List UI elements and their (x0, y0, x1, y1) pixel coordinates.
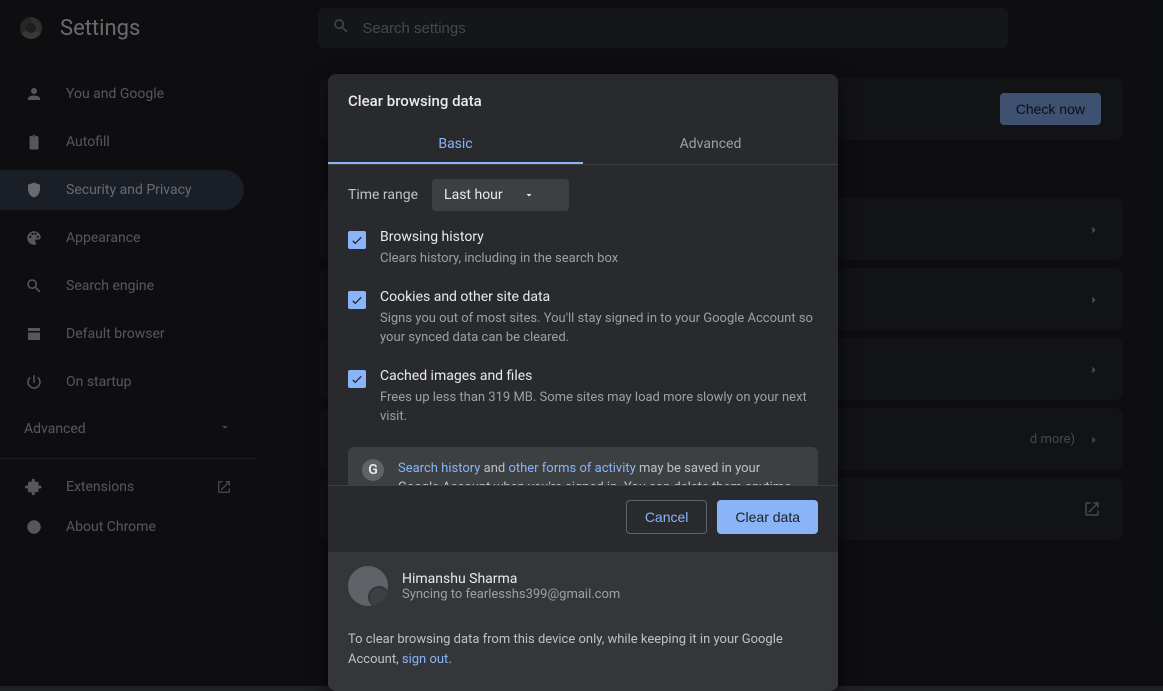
check-desc: Frees up less than 319 MB. Some sites ma… (380, 388, 818, 427)
checkbox[interactable] (348, 291, 366, 309)
checkbox-browsing-history: Browsing history Clears history, includi… (348, 229, 818, 269)
time-range-label: Time range (348, 187, 418, 203)
dialog-title: Clear browsing data (328, 74, 838, 124)
cancel-button[interactable]: Cancel (626, 500, 708, 534)
info-text: Search history and other forms of activi… (398, 459, 804, 486)
time-range-row: Time range Last hour (348, 179, 818, 211)
tab-basic[interactable]: Basic (328, 124, 583, 164)
check-title: Cookies and other site data (380, 289, 818, 305)
dialog-actions: Cancel Clear data (328, 485, 838, 552)
sign-out-link[interactable]: sign out (402, 652, 448, 667)
account-sync: Syncing to fearlesshs399@gmail.com (402, 587, 620, 602)
checkbox[interactable] (348, 231, 366, 249)
avatar (348, 566, 388, 606)
search-history-link[interactable]: Search history (398, 461, 480, 476)
check-title: Browsing history (380, 229, 618, 245)
other-forms-link[interactable]: other forms of activity (508, 461, 635, 476)
time-range-select[interactable]: Last hour (432, 179, 569, 211)
account-name: Himanshu Sharma (402, 571, 620, 587)
check-desc: Clears history, including in the search … (380, 249, 618, 269)
check-title: Cached images and files (380, 368, 818, 384)
tab-advanced[interactable]: Advanced (583, 124, 838, 164)
time-range-value: Last hour (444, 187, 503, 203)
dialog-footer: To clear browsing data from this device … (328, 620, 838, 691)
google-info-box: G Search history and other forms of acti… (348, 447, 818, 486)
google-g-icon: G (362, 459, 384, 481)
chevron-down-icon (523, 189, 535, 201)
checkbox-cached: Cached images and files Frees up less th… (348, 368, 818, 427)
clear-data-button[interactable]: Clear data (717, 500, 818, 534)
check-desc: Signs you out of most sites. You'll stay… (380, 309, 818, 348)
checkbox[interactable] (348, 370, 366, 388)
dialog-body: Time range Last hour Browsing history Cl… (328, 165, 838, 485)
checkbox-cookies: Cookies and other site data Signs you ou… (348, 289, 818, 348)
dialog-tabs: Basic Advanced (328, 124, 838, 165)
account-row: Himanshu Sharma Syncing to fearlesshs399… (328, 552, 838, 620)
clear-browsing-data-dialog: Clear browsing data Basic Advanced Time … (328, 74, 838, 691)
